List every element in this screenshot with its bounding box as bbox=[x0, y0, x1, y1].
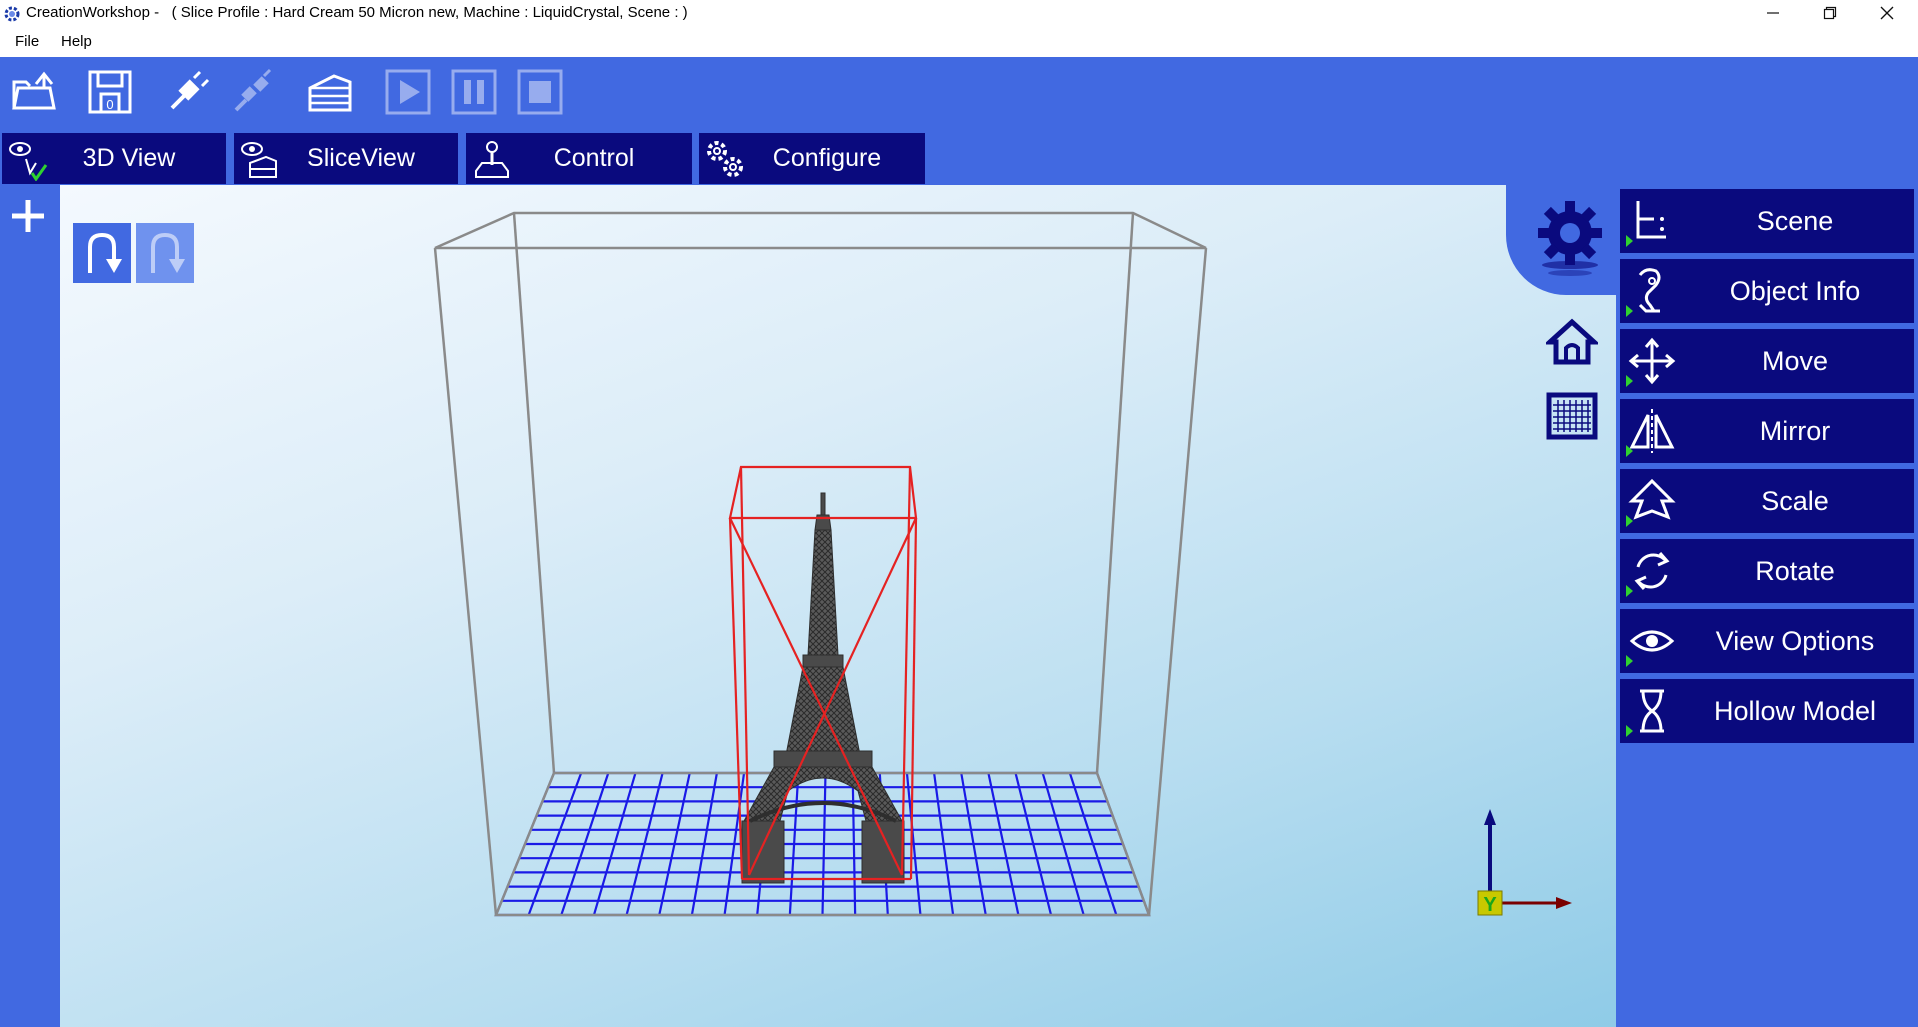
panel-hollow-model-label: Hollow Model bbox=[1713, 696, 1877, 726]
stop-icon bbox=[517, 69, 563, 115]
panel-scale-label: Scale bbox=[1761, 486, 1829, 516]
menu-help[interactable]: Help bbox=[61, 33, 92, 50]
close-icon bbox=[1880, 6, 1893, 20]
tab-control-label: Control bbox=[553, 144, 635, 172]
mirror-icon bbox=[1629, 409, 1675, 453]
panel-scene-button[interactable]: Scene bbox=[1620, 189, 1914, 253]
play-icon bbox=[385, 69, 431, 115]
close-button[interactable] bbox=[1858, 0, 1915, 26]
pause-button[interactable] bbox=[448, 68, 500, 116]
build-plate-grid bbox=[494, 771, 1151, 917]
undo-arrow-icon bbox=[88, 232, 122, 273]
panel-view-options-label: View Options bbox=[1715, 626, 1875, 656]
scale-icon bbox=[1628, 478, 1676, 520]
panel-scale-button[interactable]: Scale bbox=[1620, 469, 1914, 533]
expand-marker-icon bbox=[1626, 585, 1633, 597]
axis-indicator: Y bbox=[1477, 809, 1572, 916]
panel-mirror-button[interactable]: Mirror bbox=[1620, 399, 1914, 463]
hourglass-icon bbox=[1640, 689, 1664, 733]
tab-3d-view[interactable]: 3D View bbox=[2, 133, 226, 184]
restore-icon bbox=[1823, 6, 1836, 20]
3d-viewport[interactable]: Y bbox=[60, 185, 1616, 1027]
tab-configure[interactable]: Configure bbox=[699, 133, 925, 184]
panel-move-label: Move bbox=[1761, 346, 1829, 376]
panel-rotate-button[interactable]: Rotate bbox=[1620, 539, 1914, 603]
object-info-icon bbox=[1638, 268, 1661, 313]
redo-button[interactable] bbox=[136, 223, 194, 283]
expand-marker-icon bbox=[1626, 515, 1633, 527]
stop-button[interactable] bbox=[514, 68, 566, 116]
tab-3d-view-label: 3D View bbox=[82, 144, 176, 172]
minimize-icon bbox=[1766, 12, 1779, 14]
play-button[interactable] bbox=[382, 68, 434, 116]
minimize-button[interactable] bbox=[1744, 0, 1801, 26]
scene-canvas: Y bbox=[433, 211, 1572, 917]
expand-marker-icon bbox=[1626, 725, 1633, 737]
app-gear-icon bbox=[4, 6, 20, 22]
eiffel-tower-model bbox=[741, 492, 905, 884]
slice-icon bbox=[308, 74, 352, 112]
open-button[interactable] bbox=[8, 68, 60, 116]
grid-view-icon[interactable] bbox=[1546, 390, 1598, 442]
panel-hollow-model-button[interactable]: Hollow Model bbox=[1620, 679, 1914, 743]
save-icon: 0 bbox=[88, 70, 132, 114]
connect-icon bbox=[170, 70, 210, 110]
window-title: CreationWorkshop - ( Slice Profile : Har… bbox=[26, 4, 688, 21]
panel-object-info-label: Object Info bbox=[1729, 276, 1861, 306]
home-view-icon[interactable] bbox=[1546, 316, 1598, 368]
redo-arrow-icon bbox=[151, 232, 185, 273]
title-bar: CreationWorkshop - ( Slice Profile : Har… bbox=[0, 0, 1918, 28]
connect-button[interactable] bbox=[162, 68, 214, 116]
rotate-icon bbox=[1634, 552, 1670, 590]
tab-configure-label: Configure bbox=[772, 144, 882, 172]
gear-icon bbox=[1538, 201, 1602, 276]
panel-move-button[interactable]: Move bbox=[1620, 329, 1914, 393]
expand-marker-icon bbox=[1626, 235, 1633, 247]
open-icon bbox=[12, 71, 56, 110]
move-arrows-icon bbox=[1628, 337, 1676, 385]
expand-plus-icon[interactable] bbox=[8, 196, 48, 236]
expand-marker-icon bbox=[1626, 445, 1633, 457]
pause-icon bbox=[451, 69, 497, 115]
panel-mirror-label: Mirror bbox=[1759, 416, 1831, 446]
expand-marker-icon bbox=[1626, 305, 1633, 317]
save-button[interactable]: 0 bbox=[84, 68, 136, 116]
svg-text:0: 0 bbox=[106, 97, 113, 112]
axis-y-label: Y bbox=[1483, 894, 1497, 916]
panel-view-options-button[interactable]: View Options bbox=[1620, 609, 1914, 673]
menu-file[interactable]: File bbox=[15, 33, 39, 50]
expand-marker-icon bbox=[1626, 375, 1633, 387]
disconnect-icon bbox=[234, 68, 272, 112]
slice-button[interactable] bbox=[304, 68, 356, 116]
eye-icon bbox=[1629, 630, 1675, 652]
expand-marker-icon bbox=[1626, 655, 1633, 667]
tab-control[interactable]: Control bbox=[466, 133, 692, 184]
menu-bar: File Help bbox=[0, 28, 1918, 57]
panel-scene-label: Scene bbox=[1756, 206, 1834, 236]
panel-rotate-label: Rotate bbox=[1755, 556, 1835, 586]
restore-button[interactable] bbox=[1801, 0, 1858, 26]
disconnect-button[interactable] bbox=[228, 68, 280, 116]
tab-slice-view[interactable]: SliceView bbox=[234, 133, 458, 184]
panel-object-info-button[interactable]: Object Info bbox=[1620, 259, 1914, 323]
undo-button[interactable] bbox=[73, 223, 131, 283]
tab-slice-view-label: SliceView bbox=[307, 144, 415, 172]
scene-axes-icon bbox=[1636, 201, 1666, 239]
